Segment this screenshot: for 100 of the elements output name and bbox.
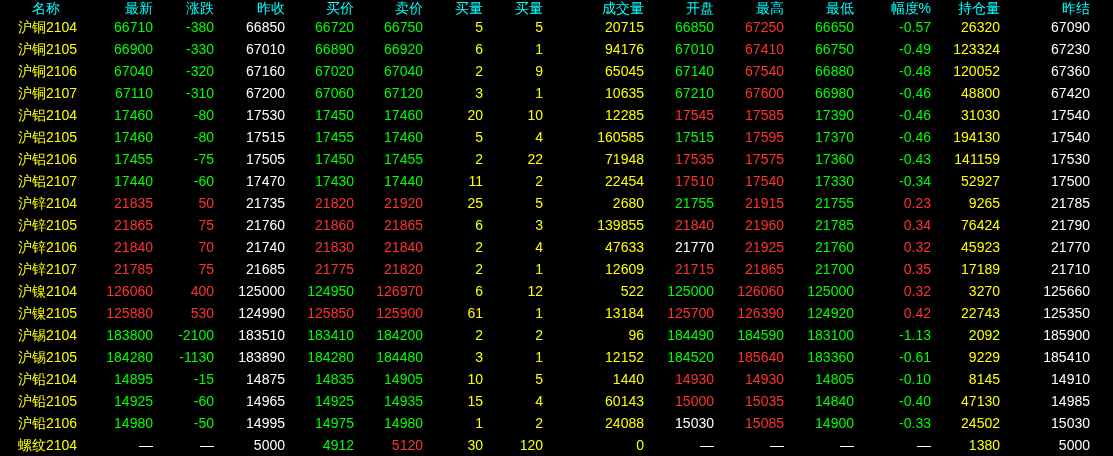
table-cell-text: 4 [534,238,544,257]
column-header[interactable]: 名称 [0,0,86,16]
table-cell-text: 0 [635,436,645,455]
column-header[interactable]: 买量 [426,0,486,16]
contract-name[interactable]: 沪铅2105 [0,390,86,412]
column-header[interactable]: 昨收 [217,0,288,16]
table-cell-text: 22454 [604,172,645,191]
table-cell-text: 126060 [736,282,785,301]
table-cell-text: 125350 [1042,304,1091,323]
contract-name[interactable]: 沪铜2104 [0,16,86,38]
contract-name[interactable]: 沪铝2107 [0,170,86,192]
table-cell-text: 21785 [1050,194,1091,213]
contract-name[interactable]: 沪铜2105 [0,38,86,60]
column-header[interactable]: 卖价 [357,0,426,16]
table-cell-text: 21755 [814,194,855,213]
table-cell-text: 12285 [604,106,645,125]
table-cell-text: 67200 [245,84,286,103]
table-cell-text: 2092 [967,326,1001,345]
table-cell-text: 24502 [960,414,1001,433]
contract-name[interactable]: 沪铝2104 [0,104,86,126]
table-cell-text: 126970 [375,282,424,301]
table-cell-text: 14835 [314,370,355,389]
table-cell-text: 21755 [674,194,715,213]
contract-name[interactable]: 沪锡2105 [0,346,86,368]
contract-name[interactable]: 螺纹2104 [0,434,86,456]
table-cell-text: 14995 [245,414,286,433]
table-cell-text: 21785 [113,260,154,279]
table-cell-text: 15 [466,392,484,411]
table-cell-text: 20 [466,106,484,125]
table-cell-text: 9265 [967,194,1001,213]
table-cell-text: 67250 [744,18,785,37]
table-cell-text: 21865 [744,260,785,279]
table-cell-text: 17370 [814,128,855,147]
contract-name[interactable]: 沪铅2104 [0,368,86,390]
table-cell-text: -0.46 [898,84,932,103]
table-cell-text: 76424 [960,216,1001,235]
table-cell-text: -330 [184,40,215,59]
table-cell-text: 14980 [113,414,154,433]
table-cell-text: 185640 [736,348,785,367]
contract-name[interactable]: 沪铝2105 [0,126,86,148]
table-cell-text: 17515 [245,128,286,147]
column-header[interactable]: 涨跌 [156,0,217,16]
table-cell-text: 21920 [383,194,424,213]
contract-name[interactable]: 沪锌2104 [0,192,86,214]
table-cell-text: 17330 [814,172,855,191]
table-cell-text: -1.13 [898,326,932,345]
table-cell-text: 22 [526,150,544,169]
contract-name[interactable]: 沪镍2105 [0,302,86,324]
contract-name[interactable]: 沪镍2104 [0,280,86,302]
table-cell-text: -0.10 [898,370,932,389]
column-header[interactable]: 最高 [717,0,787,16]
table-cell-text: 20715 [604,18,645,37]
table-cell-text: 67540 [744,62,785,81]
table-cell-text: 125900 [375,304,424,323]
column-header[interactable]: 开盘 [647,0,717,16]
contract-name[interactable]: 沪铜2107 [0,82,86,104]
column-header[interactable]: 昨结 [1003,0,1093,16]
column-header[interactable]: 最新 [86,0,156,16]
table-cell-text: -310 [184,84,215,103]
table-cell-text: 183360 [806,348,855,367]
table-cell-text: 21865 [113,216,154,235]
table-cell-text: 17505 [245,150,286,169]
table-cell-text: 4 [534,392,544,411]
table-cell-text: 9229 [967,348,1001,367]
table-cell-text: 21685 [245,260,286,279]
table-cell-text: 125880 [105,304,154,323]
table-cell-text: 67600 [744,84,785,103]
table-cell-text: 15000 [674,392,715,411]
table-cell-text: 17515 [674,128,715,147]
contract-name[interactable]: 沪锌2105 [0,214,86,236]
table-cell-text: 21770 [1050,238,1091,257]
table-cell-text: -0.57 [898,18,932,37]
table-cell-text: 2 [534,172,544,191]
column-header[interactable]: 幅度% [857,0,934,16]
table-cell-text: 522 [619,282,645,301]
table-cell-text: -0.61 [898,348,932,367]
contract-name[interactable]: 沪锡2104 [0,324,86,346]
table-cell-text: 17585 [744,106,785,125]
column-header[interactable]: 持仓量 [934,0,1003,16]
contract-name[interactable]: 沪铜2106 [0,60,86,82]
column-header[interactable]: 成交量 [546,0,647,16]
contract-name[interactable]: 沪铅2106 [0,412,86,434]
column-header[interactable]: 买价 [288,0,357,16]
table-cell-text: 1 [534,260,544,279]
table-cell-text: 67010 [674,40,715,59]
table-cell-text: -0.46 [898,128,932,147]
contract-name[interactable]: 沪锌2107 [0,258,86,280]
table-cell-text: 67090 [1050,18,1091,37]
table-cell-text: 120 [518,436,544,455]
table-cell-text: 71948 [604,150,645,169]
table-cell-text: 21770 [674,238,715,257]
contract-name[interactable]: 沪铝2106 [0,148,86,170]
table-cell-text: 184480 [375,348,424,367]
table-cell-text: 67120 [383,84,424,103]
column-header[interactable]: 买量 [486,0,546,16]
contract-name[interactable]: 沪锌2106 [0,236,86,258]
table-cell-text: 61 [466,304,484,323]
column-header[interactable]: 最低 [787,0,857,16]
table-cell-text: -50 [192,414,215,433]
table-cell-text: -0.43 [898,150,932,169]
